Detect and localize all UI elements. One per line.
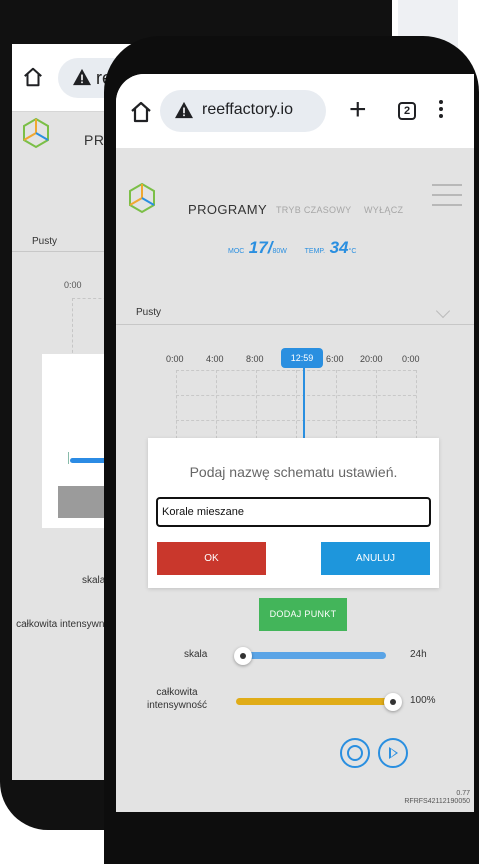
logo-icon [129, 182, 155, 214]
time-label: 20:00 [360, 354, 383, 364]
time-label: 6:00 [326, 354, 344, 364]
circle-icon [347, 745, 363, 761]
version-number: 0.77 [456, 790, 470, 797]
tab-programy[interactable]: PROGRAMY [188, 202, 267, 217]
temp-unit: °C [348, 248, 357, 255]
front-phone-screen: reeffactory.io + 2 PROGRAMY TRYB CZASOWY… [116, 74, 474, 812]
time-label: 8:00 [246, 354, 264, 364]
status-readout: MOC 17/80W TEMP. 34°C [228, 238, 356, 258]
tab-wylacz[interactable]: WYŁĄCZ [364, 205, 403, 215]
browser-bar: reeffactory.io + 2 [116, 74, 474, 148]
skala-slider[interactable] [236, 652, 386, 659]
front-phone: reeffactory.io + 2 PROGRAMY TRYB CZASOWY… [104, 36, 479, 864]
schedule-grid[interactable] [176, 370, 417, 444]
scheme-name-input[interactable] [156, 497, 431, 527]
time-label: 0:00 [166, 354, 184, 364]
chevron-down-icon[interactable] [435, 303, 451, 319]
divider [116, 324, 474, 325]
skala-slider-handle[interactable] [234, 647, 252, 665]
skala-label: skala [184, 649, 208, 660]
time-label: 4:00 [206, 354, 224, 364]
home-icon[interactable] [128, 100, 154, 124]
temp-label: TEMP. [304, 248, 326, 255]
play-button[interactable] [378, 738, 408, 768]
program-dropdown[interactable]: Pusty [136, 307, 161, 318]
moc-value: 17 [248, 238, 268, 257]
back-title: PR [84, 132, 105, 148]
back-dropdown[interactable]: Pusty [32, 236, 57, 247]
intensity-value: 100% [410, 695, 436, 706]
ok-button[interactable]: OK [157, 542, 266, 575]
intensity-slider[interactable] [236, 698, 396, 705]
warning-icon [73, 68, 91, 86]
url-bar[interactable]: reeffactory.io [160, 90, 326, 132]
intensity-label: całkowita intensywność [146, 687, 208, 711]
stage: re PR Pusty 0:00 WR skala całkowita inte… [0, 0, 479, 864]
dialog-title: Podaj nazwę schematu ustawień. [189, 464, 398, 480]
home-icon[interactable] [22, 66, 44, 88]
back-time-label: 0:00 [64, 280, 82, 290]
record-button[interactable] [340, 738, 370, 768]
device-serial: RFRFS42112190050 [404, 798, 470, 805]
new-tab-button[interactable]: + [349, 92, 367, 128]
browser-menu-icon[interactable] [438, 100, 444, 122]
back-skala-label: skala [82, 575, 106, 586]
time-cursor[interactable] [303, 368, 305, 442]
cancel-button[interactable]: ANULUJ [321, 542, 430, 575]
tab-tryb-czasowy[interactable]: TRYB CZASOWY [276, 205, 351, 215]
intensity-slider-handle[interactable] [384, 693, 402, 711]
current-time-badge[interactable]: 12:59 [281, 348, 323, 368]
version-info: 0.77 RFRFS42112190050 [404, 790, 470, 806]
save-scheme-dialog: Podaj nazwę schematu ustawień. OK ANULUJ [148, 438, 439, 588]
moc-label: MOC [228, 248, 245, 255]
hamburger-menu-icon[interactable] [432, 184, 462, 206]
add-point-button[interactable]: DODAJ PUNKT [259, 598, 347, 631]
warning-icon [175, 101, 193, 119]
url-text: reeffactory.io [202, 101, 294, 118]
moc-max: 80W [272, 248, 287, 255]
back-tick [68, 452, 69, 464]
tab-count-button[interactable]: 2 [398, 102, 416, 120]
logo-icon [23, 117, 49, 149]
temp-value: 34 [329, 238, 349, 257]
time-label: 0:00 [402, 354, 420, 364]
play-icon [389, 747, 398, 759]
skala-value: 24h [410, 649, 427, 660]
